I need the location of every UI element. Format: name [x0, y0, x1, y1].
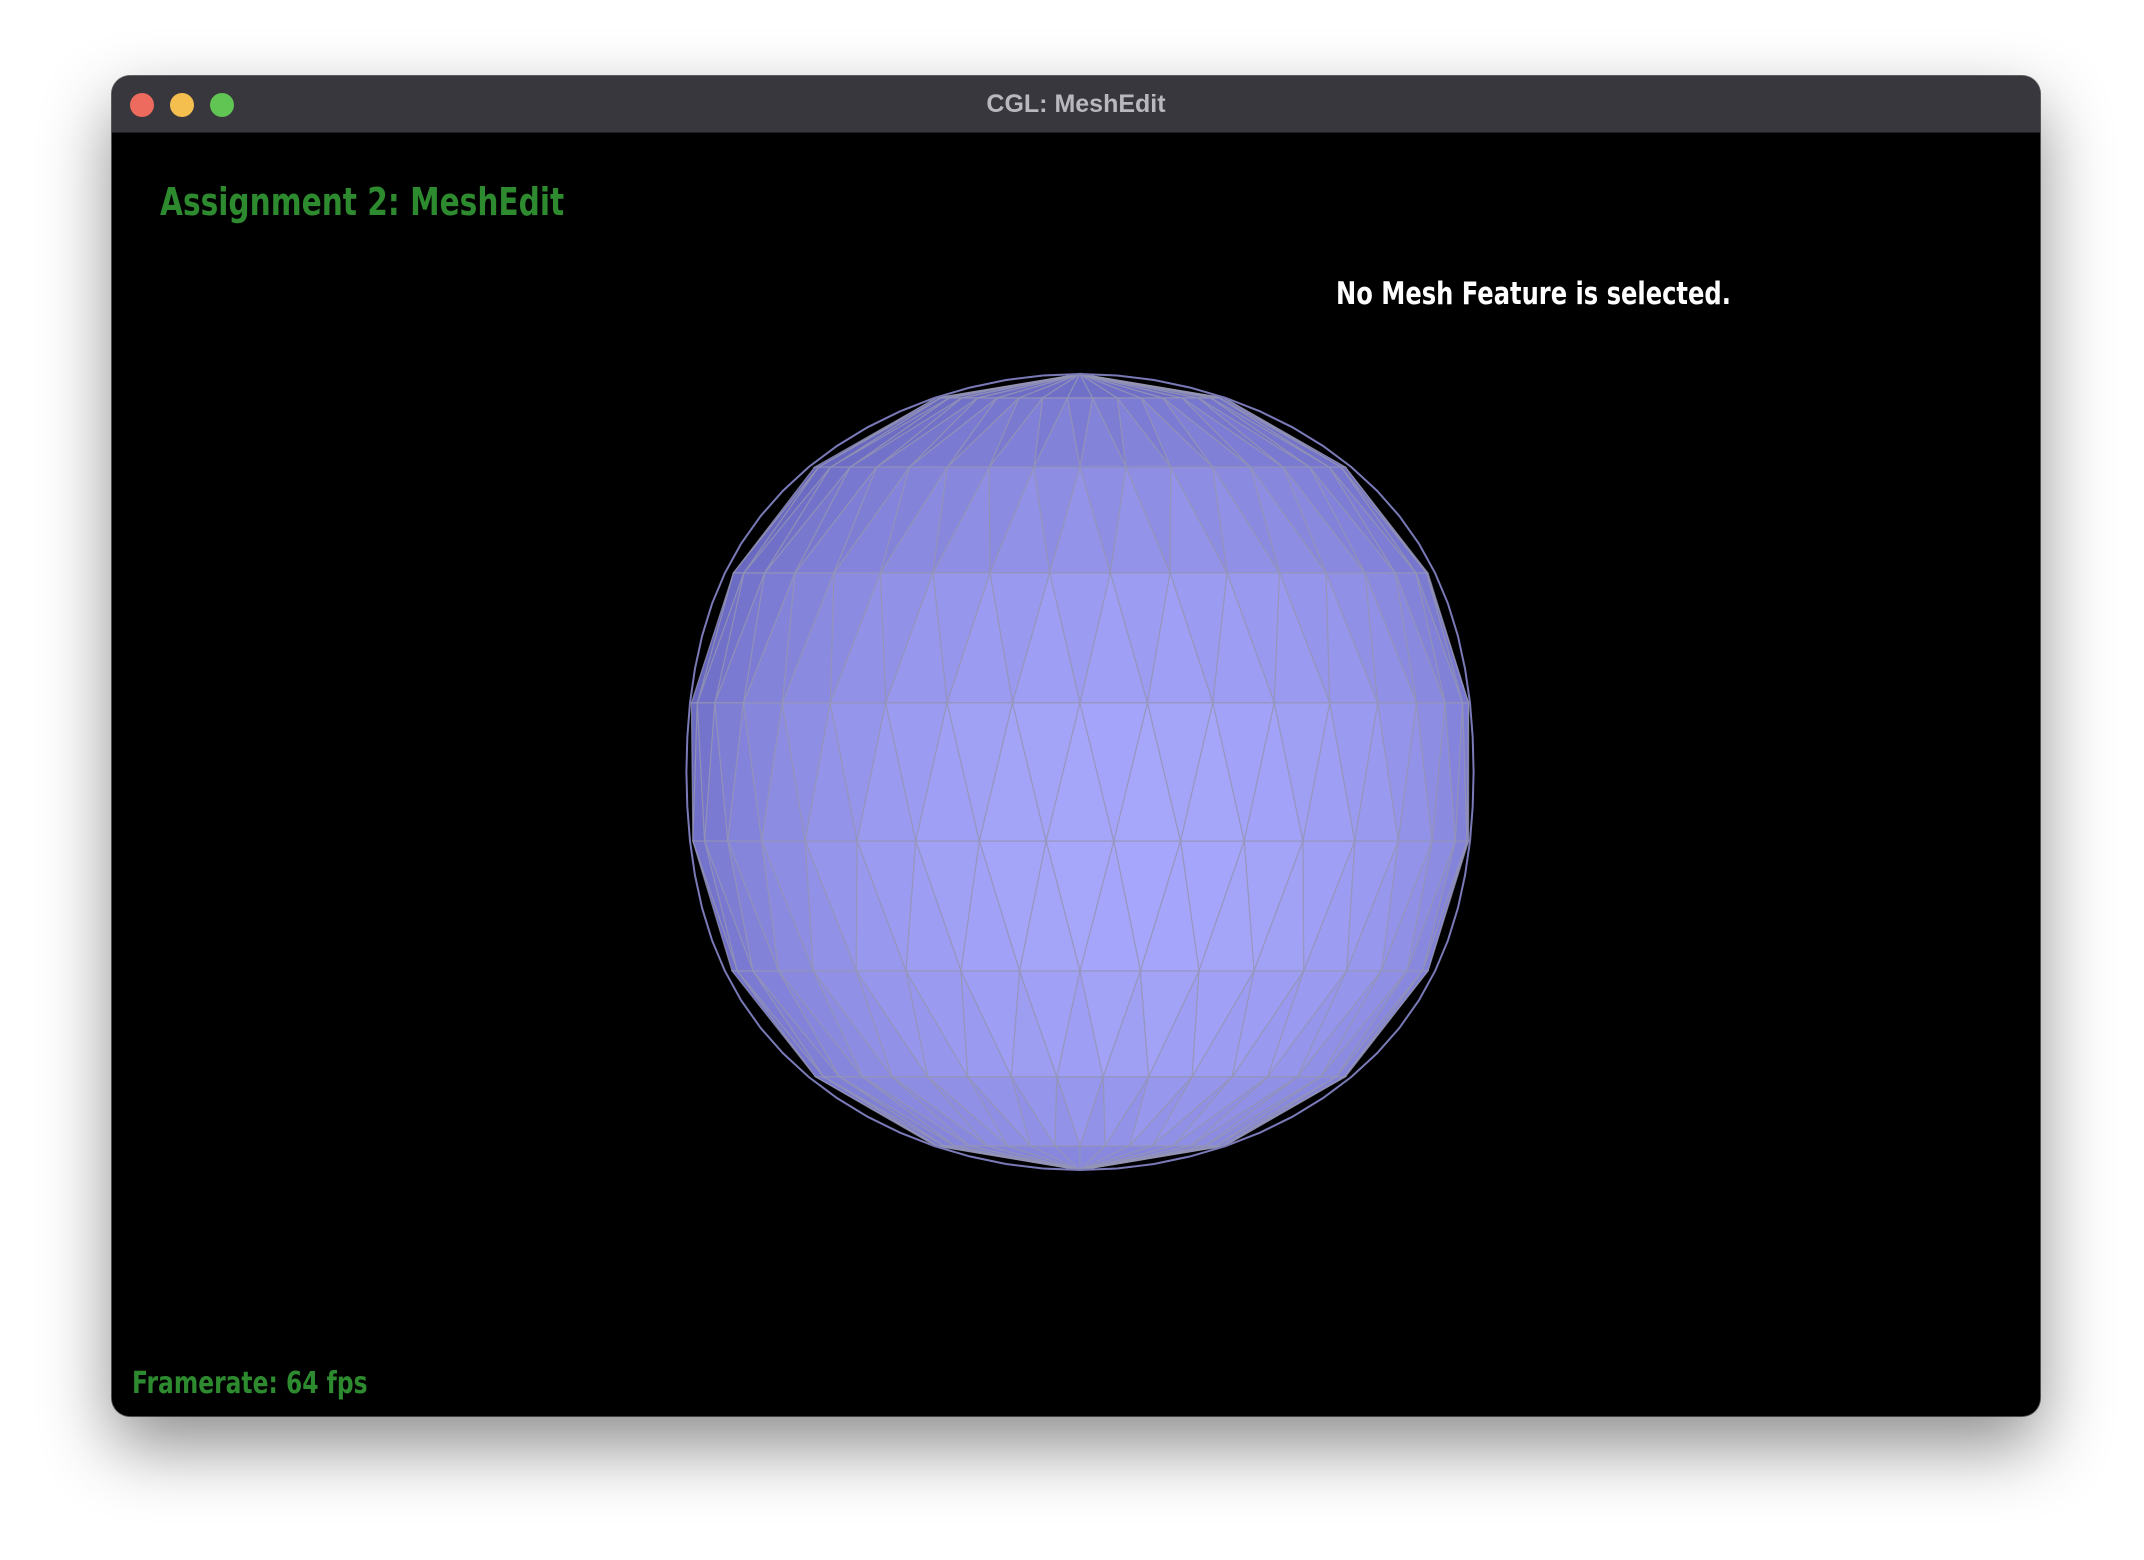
app-title: Assignment 2: MeshEdit [160, 180, 565, 224]
mesh-faces[interactable] [690, 372, 1470, 1172]
app-window: CGL: MeshEdit Assignment 2: MeshEdit No … [112, 76, 2040, 1416]
framerate-readout: Framerate: 64 fps [132, 1366, 368, 1401]
mesh-canvas[interactable] [112, 76, 2040, 1416]
selection-info: No Mesh Feature is selected. [1336, 276, 1731, 312]
